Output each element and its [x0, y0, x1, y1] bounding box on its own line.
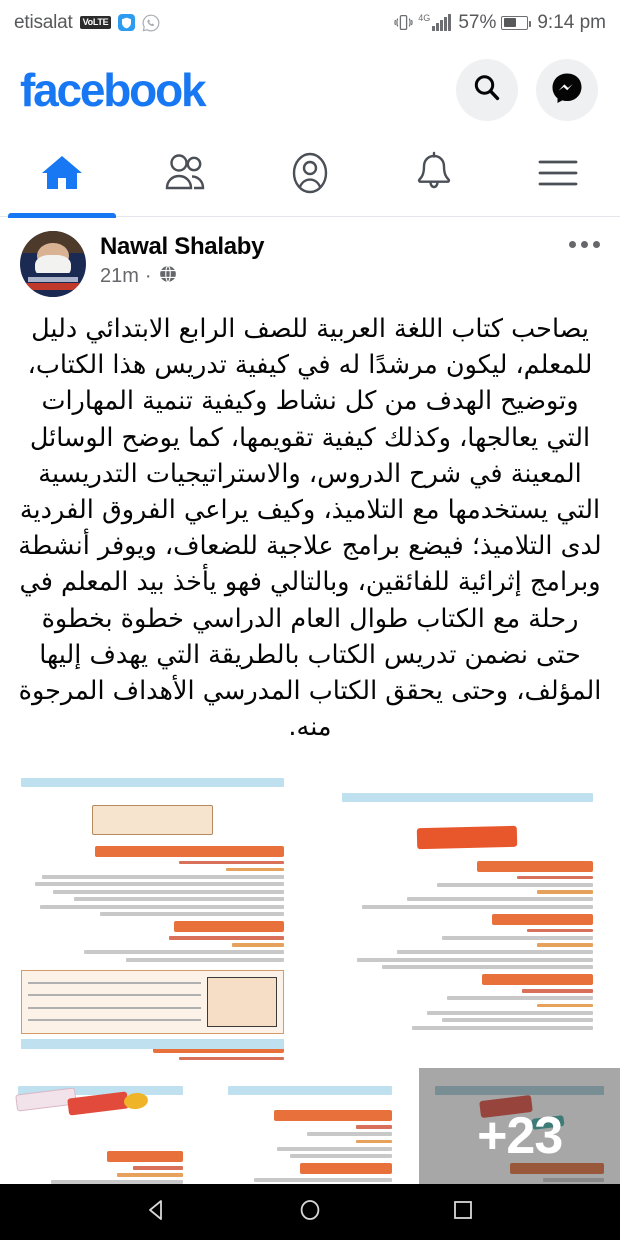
globe-icon — [158, 264, 178, 289]
messenger-icon — [550, 71, 584, 110]
post-text: يصاحب كتاب اللغة العربية للصف الرابع الا… — [18, 314, 602, 743]
profile-icon — [288, 150, 332, 201]
post-more-options-button[interactable] — [569, 231, 600, 248]
battery-percent-label: 57% — [458, 11, 497, 33]
header-actions — [456, 59, 598, 121]
status-bar-right: 4G 57% 9:14 pm — [394, 12, 606, 34]
post: Nawal Shalaby 21m · يصاحب كتاب اللغة الع… — [0, 217, 620, 1204]
post-submeta: 21m · — [100, 264, 264, 289]
phone-screen: etisalat VoLTE 4G 57% 9:14 pm facebook N… — [0, 0, 620, 1240]
post-photo-grid: +23 — [0, 759, 620, 1204]
hamburger-menu-icon — [536, 156, 580, 195]
facebook-logo[interactable]: facebook — [20, 67, 207, 113]
sidebar-item-friends[interactable] — [124, 135, 248, 216]
facebook-header: facebook — [0, 45, 620, 135]
post-header: Nawal Shalaby 21m · — [0, 217, 620, 303]
more-photos-count: +23 — [477, 1106, 563, 1165]
photo-grid-row-top — [0, 759, 620, 1065]
volte-badge: VoLTE — [79, 16, 112, 29]
search-icon — [471, 72, 503, 109]
back-triangle-icon[interactable] — [144, 1197, 170, 1228]
three-dots-icon — [569, 241, 576, 248]
post-meta: Nawal Shalaby 21m · — [100, 231, 264, 289]
navigation-tab-bar — [0, 135, 620, 218]
battery-icon — [501, 15, 532, 30]
sidebar-item-profile[interactable] — [248, 135, 372, 216]
vibrate-icon — [394, 13, 413, 32]
active-tab-indicator — [8, 212, 116, 218]
recents-square-icon[interactable] — [450, 1197, 476, 1228]
avatar[interactable] — [20, 231, 86, 297]
messenger-button[interactable] — [536, 59, 598, 121]
post-photo-1[interactable] — [0, 759, 306, 1065]
post-photo-2[interactable] — [314, 759, 620, 1065]
sidebar-item-menu[interactable] — [496, 135, 620, 216]
home-circle-icon[interactable] — [297, 1197, 323, 1228]
shield-icon — [118, 14, 136, 31]
status-bar: etisalat VoLTE 4G 57% 9:14 pm — [0, 0, 620, 45]
signal-bars-icon: 4G — [418, 13, 452, 31]
post-timestamp: 21m — [100, 265, 139, 287]
status-bar-left: etisalat VoLTE — [14, 12, 160, 34]
meta-separator: · — [144, 265, 152, 287]
search-button[interactable] — [456, 59, 518, 121]
friends-icon — [162, 152, 210, 199]
carrier-label: etisalat — [14, 11, 73, 33]
android-navigation-bar — [0, 1184, 620, 1240]
network-type-label: 4G — [418, 13, 431, 23]
whatsapp-icon — [142, 14, 160, 32]
sidebar-item-notifications[interactable] — [372, 135, 496, 216]
clock-label: 9:14 pm — [537, 11, 606, 33]
sidebar-item-home[interactable] — [0, 135, 124, 218]
home-icon — [39, 152, 85, 199]
bell-icon — [413, 150, 455, 201]
post-author-name[interactable]: Nawal Shalaby — [100, 233, 264, 261]
